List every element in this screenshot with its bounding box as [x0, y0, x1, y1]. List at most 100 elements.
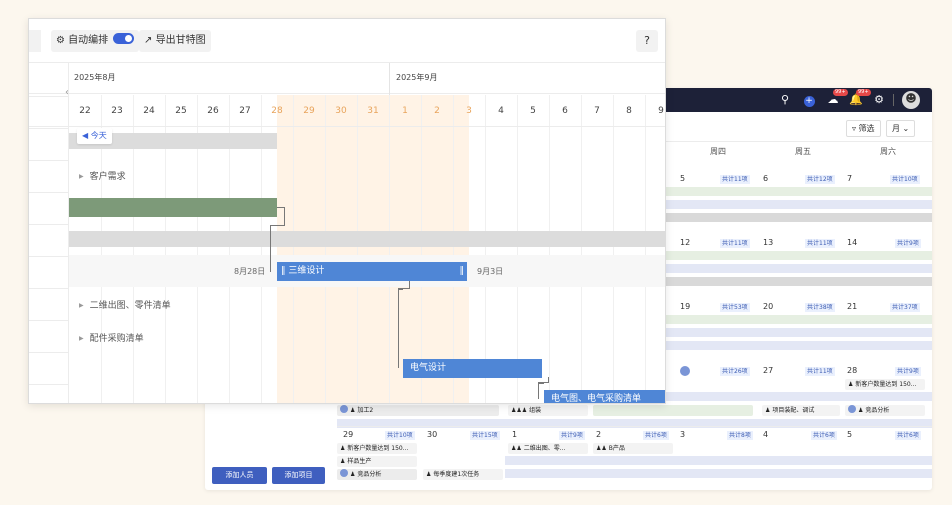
task-chip[interactable]: ♟ 加工2 — [337, 405, 499, 416]
dependency-line — [398, 289, 403, 368]
dependency-line — [270, 225, 285, 272]
divider — [893, 94, 894, 106]
filter-button[interactable]: ▿ 筛选 — [846, 120, 881, 137]
add-icon[interactable]: + — [801, 92, 817, 108]
person-icon: ♟♟ — [596, 445, 607, 452]
message-icon[interactable]: ☁ 99+ — [825, 89, 848, 108]
day-label: 30 — [335, 106, 347, 116]
chevron-down-icon: ⌄ — [902, 124, 910, 133]
expand-icon[interactable]: ▶ — [79, 335, 84, 342]
day-label: 7 — [594, 106, 600, 116]
day-label: 31 — [367, 106, 379, 116]
task-chip[interactable]: ♟♟♟ 组装 — [508, 405, 588, 416]
task-chip[interactable]: ♟♟ B产品 — [593, 443, 673, 454]
expand-icon[interactable]: ▶ — [79, 302, 84, 309]
grid-line — [645, 95, 646, 403]
grid-line — [453, 95, 454, 403]
gantt-bar[interactable] — [69, 231, 665, 247]
day-label: 9 — [658, 106, 664, 116]
task-row-label[interactable]: ▶ 客户需求 — [79, 169, 126, 182]
avatar[interactable]: ☻ — [902, 91, 920, 109]
expand-icon[interactable]: ▶ — [79, 173, 84, 180]
person-icon: ♟ — [340, 458, 346, 465]
day-label: 3 — [466, 106, 472, 116]
add-member-button[interactable]: 添加人员 — [212, 467, 267, 484]
task-row-label[interactable]: ▶ 配件采购清单 — [79, 331, 144, 344]
day-label: 8 — [626, 106, 632, 116]
dependency-line — [277, 207, 285, 225]
grid-line — [389, 95, 390, 403]
task-chip[interactable]: ♟ 样品生产 — [337, 456, 417, 467]
search-icon[interactable]: ⚲ — [777, 92, 793, 108]
day-label: 22 — [79, 106, 91, 116]
collapsed-button[interactable] — [29, 30, 41, 52]
task-chip[interactable]: ♟ 竞品分析 — [845, 405, 925, 416]
grid-line — [517, 95, 518, 403]
gantt-bar-dianqicaigou[interactable]: 电气图、电气采购清单 — [544, 390, 665, 403]
task-chip[interactable]: ♟♟ 二维出图、零... — [508, 443, 588, 454]
today-marker — [680, 366, 690, 376]
drag-handle[interactable]: ‖ — [460, 262, 465, 281]
person-icon: ♟♟♟ — [511, 407, 528, 414]
bar-end-date: 9月3日 — [477, 267, 504, 276]
day-label: 29 — [303, 106, 315, 116]
avatar-icon — [340, 469, 348, 477]
day-label: 25 — [175, 106, 187, 116]
grid-line — [357, 95, 358, 403]
toggle-switch[interactable] — [113, 33, 135, 44]
avatar-icon — [340, 405, 348, 413]
weekday-header: 周四 — [710, 147, 726, 156]
grid-line — [421, 95, 422, 403]
person-icon: ♟ — [426, 471, 432, 478]
view-select[interactable]: 月 ⌄ — [886, 120, 916, 137]
task-chip[interactable]: ♟ 每季度建1次任务 — [423, 469, 503, 480]
task-row-label[interactable]: ▶ 二维出图、零件清单 — [79, 298, 171, 311]
grid-line — [293, 95, 294, 403]
day-label: 26 — [207, 106, 219, 116]
grid-line — [485, 95, 486, 403]
person-icon: ♟ — [340, 445, 346, 452]
weekend-shade — [277, 95, 469, 403]
auto-schedule-toggle[interactable]: ⚙ 自动编排 — [51, 30, 140, 52]
add-project-button[interactable]: 添加项目 — [272, 467, 325, 484]
day-label: 28 — [271, 106, 283, 116]
day-label: 24 — [143, 106, 155, 116]
day-label: 23 — [111, 106, 123, 116]
task-chip[interactable]: ♟ 新客户数量达到 150... — [845, 379, 925, 390]
day-label: 1 — [402, 106, 408, 116]
day-label: 4 — [498, 106, 504, 116]
task-chip[interactable] — [593, 405, 753, 416]
person-icon: ♟ — [350, 407, 356, 414]
today-marker[interactable]: ◀ 今天 — [77, 128, 112, 144]
gantt-bar-sanwei[interactable]: ‖ 三维设计 ‖ — [277, 262, 467, 281]
grid-line — [613, 95, 614, 403]
month-label: 2025年9月 — [396, 73, 438, 82]
dependency-line — [398, 281, 410, 289]
task-chip[interactable]: ♟ 竞品分析 — [337, 469, 417, 480]
grid-line — [549, 95, 550, 403]
task-chip[interactable]: ♟ 项目装配、调试 — [762, 405, 840, 416]
export-gantt-button[interactable]: ↗ 导出甘特图 — [139, 30, 211, 52]
day-label: 6 — [562, 106, 568, 116]
task-chip[interactable]: ♟ 新客户数量达到 150... — [337, 443, 417, 454]
help-icon[interactable]: ? — [636, 30, 658, 52]
day-label: 2 — [434, 106, 440, 116]
gear-icon[interactable]: ⚙ — [871, 92, 887, 108]
weekday-header: 周五 — [795, 147, 811, 156]
weekday-header: 周六 — [880, 147, 896, 156]
export-icon: ↗ — [144, 35, 153, 46]
person-icon: ♟ — [848, 381, 854, 388]
gantt-bar-dianqi[interactable]: 电气设计 — [403, 359, 542, 378]
month-label: 2025年8月 — [74, 73, 116, 82]
avatar-icon — [848, 405, 856, 413]
day-label: 5 — [530, 106, 536, 116]
filter-icon: ▿ — [852, 124, 857, 133]
gantt-left-column — [29, 63, 69, 403]
grid-line — [325, 95, 326, 403]
gantt-toolbar: ⚙ 自动编排 ↗ 导出甘特图 ? — [29, 19, 665, 63]
person-icon: ♟ — [350, 471, 356, 478]
gantt-window: ⚙ 自动编排 ↗ 导出甘特图 ? 2025年8月 2025年9月 ‹ 22 23 2… — [28, 18, 666, 404]
bell-icon[interactable]: 🔔 99+ — [848, 89, 871, 108]
bar-start-date: 8月28日 — [234, 267, 266, 276]
gantt-bar[interactable] — [69, 198, 277, 217]
